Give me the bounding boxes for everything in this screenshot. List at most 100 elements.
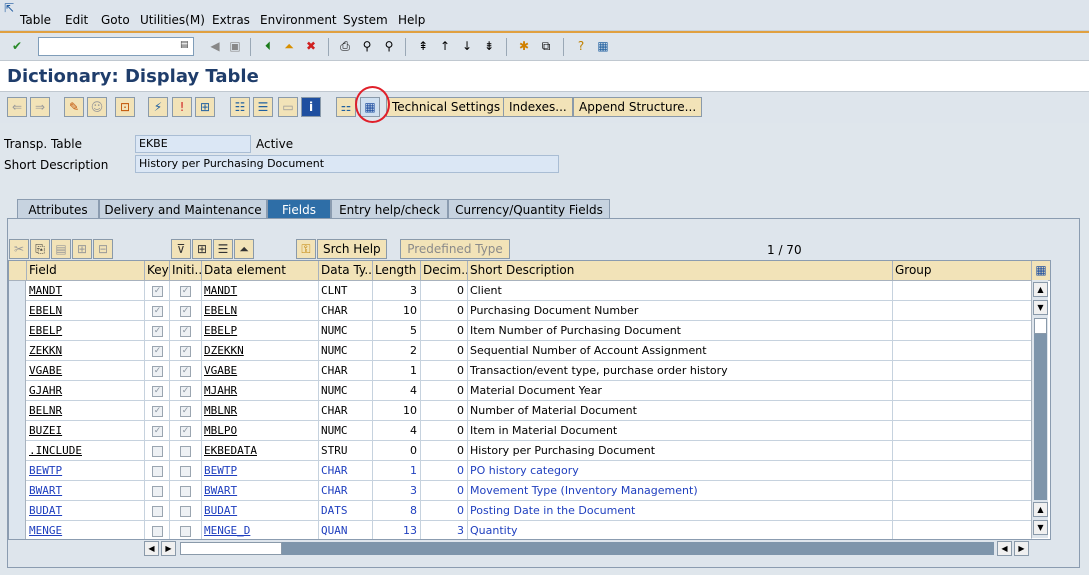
cell-data-type[interactable]: CHAR [319,401,373,421]
cell-data-element[interactable]: BEWTP [202,461,319,481]
back-arrow-icon[interactable]: ◀ [206,37,224,55]
other-object-icon[interactable]: ☺ [87,97,107,117]
cell-field[interactable]: GJAHR [27,381,145,401]
info-icon[interactable]: i [301,97,321,117]
cell-data-element[interactable]: MJAHR [202,381,319,401]
cut-icon[interactable]: ✂ [9,239,29,259]
page-up-icon[interactable]: ▲ [1033,502,1048,517]
row-selector[interactable] [9,421,26,441]
initial-checkbox[interactable] [180,506,191,517]
cell-decimal[interactable]: 0 [421,321,468,341]
initial-checkbox[interactable]: ✓ [180,366,191,377]
hierarchy-icon[interactable]: ⊞ [195,97,215,117]
cell-data-element[interactable]: BUDAT [202,501,319,521]
cell-decimal[interactable]: 0 [421,381,468,401]
scroll-track[interactable] [1034,334,1047,500]
menu-system[interactable]: System [343,13,388,27]
tab-currency-quantity[interactable]: Currency/Quantity Fields [448,199,610,219]
cell-short-description[interactable]: Quantity [468,521,893,539]
cell-group[interactable] [893,461,1032,481]
cell-short-description[interactable]: Item Number of Purchasing Document [468,321,893,341]
column-header-data-element[interactable]: Data element [202,261,319,281]
find-next-icon[interactable]: ⚲ [380,37,398,55]
cell-length[interactable]: 3 [373,281,421,301]
cell-key[interactable]: ✓ [145,321,170,341]
contents-icon[interactable]: ⚏ [336,97,356,117]
cell-length[interactable]: 10 [373,401,421,421]
cell-decimal[interactable]: 0 [421,461,468,481]
save-icon[interactable]: ▣ [226,37,244,55]
cell-field[interactable]: MANDT [27,281,145,301]
menu-extras[interactable]: Extras [212,13,250,27]
cell-group[interactable] [893,441,1032,461]
cell-data-element[interactable]: MBLPO [202,421,319,441]
initial-checkbox[interactable]: ✓ [180,346,191,357]
row-selector[interactable] [9,281,26,301]
cell-key[interactable]: ✓ [145,421,170,441]
table-row[interactable]: EBELN ✓ ✓ EBELN CHAR 10 0 Purchasing Document N… [9,301,1032,321]
menu-table[interactable]: Table [20,13,51,27]
column-header-length[interactable]: Length [373,261,421,281]
cell-decimal[interactable]: 0 [421,341,468,361]
row-selector[interactable] [9,521,26,539]
tab-attributes[interactable]: Attributes [17,199,99,219]
cell-initial[interactable] [170,521,202,539]
technical-settings-button[interactable]: Technical Settings [386,97,507,117]
initial-checkbox[interactable]: ✓ [180,286,191,297]
next-page-icon[interactable]: ↓ [458,37,476,55]
cell-decimal[interactable]: 0 [421,441,468,461]
cell-data-element[interactable]: EKBEDATA [202,441,319,461]
cell-decimal[interactable]: 0 [421,501,468,521]
cell-data-type[interactable]: DATS [319,501,373,521]
key-checkbox[interactable] [152,446,163,457]
cell-key[interactable]: ✓ [145,301,170,321]
menu-help[interactable]: Help [398,13,425,27]
shortcut-icon[interactable]: ⧉ [537,37,555,55]
hscroll-track[interactable] [282,542,994,555]
menu-goto[interactable]: Goto [101,13,130,27]
tab-fields[interactable]: Fields [267,199,331,219]
row-selector[interactable] [9,401,26,421]
initial-checkbox[interactable]: ✓ [180,406,191,417]
back-object-icon[interactable]: ⇐ [7,97,27,117]
cell-group[interactable] [893,341,1032,361]
cell-field[interactable]: BWART [27,481,145,501]
append-structure-button[interactable]: Append Structure... [573,97,703,117]
cell-length[interactable]: 8 [373,501,421,521]
cell-short-description[interactable]: Material Document Year [468,381,893,401]
cell-initial[interactable]: ✓ [170,301,202,321]
first-page-icon[interactable]: ⇞ [414,37,432,55]
hscroll-thumb[interactable] [180,542,282,555]
cell-length[interactable]: 3 [373,481,421,501]
table-row[interactable]: .INCLUDE EKBEDATA STRU 0 0 History per Purcha… [9,441,1032,461]
cell-short-description[interactable]: Number of Material Document [468,401,893,421]
cell-field[interactable]: BELNR [27,401,145,421]
scroll-down-icon[interactable]: ▼ [1033,520,1048,535]
last-page-icon[interactable]: ⇟ [480,37,498,55]
table-row[interactable]: BUDAT BUDAT DATS 8 0 Posting Date in the Docu… [9,501,1032,521]
print-icon[interactable]: ⎙ [336,37,354,55]
cell-key[interactable]: ✓ [145,381,170,401]
cell-initial[interactable] [170,441,202,461]
table-row[interactable]: EBELP ✓ ✓ EBELP NUMC 5 0 Item Number of Purchas… [9,321,1032,341]
cell-data-type[interactable]: NUMC [319,321,373,341]
cell-length[interactable]: 1 [373,461,421,481]
tab-entry-help[interactable]: Entry help/check [331,199,448,219]
table-row[interactable]: VGABE ✓ ✓ VGABE CHAR 1 0 Transaction/event type… [9,361,1032,381]
column-header-field[interactable]: Field [27,261,145,281]
key-checkbox[interactable]: ✓ [152,326,163,337]
cell-short-description[interactable]: Posting Date in the Document [468,501,893,521]
key-checkbox[interactable]: ✓ [152,406,163,417]
row-selector[interactable] [9,361,26,381]
cell-initial[interactable]: ✓ [170,321,202,341]
key-checkbox[interactable]: ✓ [152,426,163,437]
key-checkbox[interactable] [152,506,163,517]
cell-key[interactable]: ✓ [145,341,170,361]
cell-length[interactable]: 4 [373,421,421,441]
command-input[interactable] [39,38,175,55]
cell-short-description[interactable]: PO history category [468,461,893,481]
column-header-group[interactable]: Group [893,261,1032,281]
cell-field[interactable]: .INCLUDE [27,441,145,461]
horizontal-scrollbar[interactable]: ◀ ▶ ◀ ▶ [144,541,1030,556]
cell-decimal[interactable]: 0 [421,481,468,501]
